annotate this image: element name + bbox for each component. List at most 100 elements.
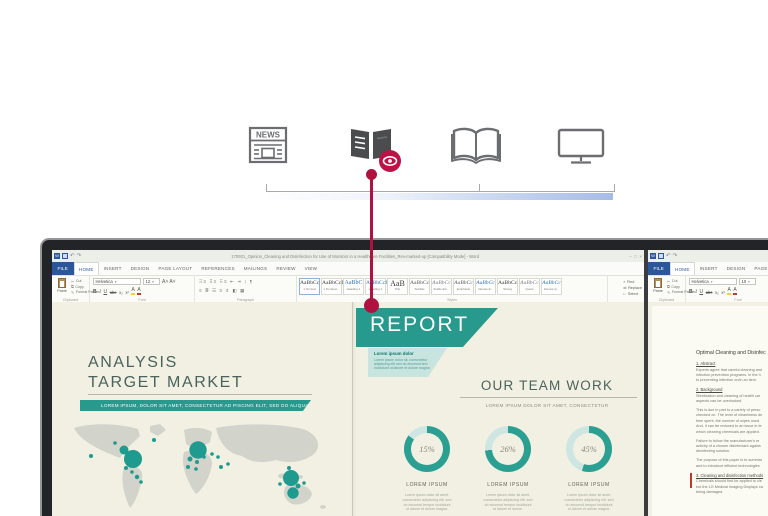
format-x²-button[interactable]: x² [721,290,725,295]
format-B-button[interactable]: B [689,289,693,295]
save-icon[interactable] [658,253,664,259]
tab-page-layout[interactable]: PAGE LAYOUT [154,262,197,275]
tab-page-layout[interactable]: PAGE LAYOUT [750,262,768,275]
paste-button[interactable]: Paste [55,278,69,293]
ribbon-tabs-right: FILEHOMEINSERTDESIGNPAGE LAYOUT [648,262,768,276]
mode-scale-ruler [266,184,615,192]
newspaper-news-icon[interactable]: NEWS [245,125,291,170]
connector-dot-bottom [364,298,379,313]
style-title[interactable]: AaBTitle [387,278,408,295]
close-icon[interactable]: × [639,254,642,259]
font-group: Helvetica▾ 12▾ A˄ A˅ BIUabcx₂x²AA Font [90,276,195,303]
format-abc-button[interactable]: abc [110,290,117,295]
connector-line [370,175,373,307]
save-icon[interactable] [62,253,68,259]
tab-review[interactable]: REVIEW [272,262,300,275]
format-U-button[interactable]: U [103,289,107,295]
donut-chart: 45%LOREM IPSUMLorem ipsum dolor sit amet… [556,426,622,512]
format-x₂-button[interactable]: x₂ [715,290,719,295]
ribbon-tabs-left: FILEHOMEINSERTDESIGNPAGE LAYOUTREFERENCE… [52,262,644,276]
format-U-button[interactable]: U [699,289,703,295]
format-I-button[interactable]: I [99,290,101,295]
tab-view[interactable]: VIEW [300,262,322,275]
document-title: 170921_Opinion_Cleaning and Disinfection… [83,254,627,259]
copy-icon: ⧉ [667,284,670,289]
font-family-select[interactable]: Helvetica▾ [689,278,737,285]
donut-chart: 15%LOREM IPSUMLorem ipsum dolor sit amet… [394,426,460,512]
titlebar[interactable]: W ↶ ↷ 170921_Opinion_Cleaning and Disinf… [52,250,644,262]
paste-clipboard-icon [58,278,66,288]
style-subtle-em-[interactable]: AaBbCcSubtle Em... [431,278,452,295]
format-A-button[interactable]: A [727,287,730,295]
tab-design[interactable]: DESIGN [722,262,750,275]
tab-home[interactable]: HOME [74,262,100,275]
style-emphasis[interactable]: AaBbCcEmphasis [453,278,474,295]
paragraph: Chemicals should first be applied to cle… [696,479,768,495]
window-controls[interactable]: –□× [629,254,642,259]
paste-button[interactable]: Paste [651,278,665,293]
word-window-left: W ↶ ↷ 170921_Opinion_Cleaning and Disinf… [52,250,644,516]
tab-file[interactable]: FILE [648,262,670,275]
format-A-button[interactable]: A [131,287,134,295]
font-size-select[interactable]: 12▾ [143,278,160,285]
tab-home[interactable]: HOME [670,262,696,275]
styles-gallery: AaBbCc1 NormalAaBbCcI1 No Spac...AaBbCHe… [299,278,605,295]
tab-file[interactable]: FILE [52,262,74,275]
style-1-normal[interactable]: AaBbCc1 Normal [299,278,320,295]
map-dot [195,460,199,464]
paragraph: Sterilization and cleaning of health car… [696,394,768,405]
donut-charts: 15%LOREM IPSUMLorem ipsum dolor sit amet… [394,426,622,512]
tab-mailings[interactable]: MAILINGS [239,262,272,275]
undo-icon[interactable]: ↶ [666,253,671,259]
map-dot [186,465,190,469]
map-dot [202,455,206,459]
chevron-down-icon: ▾ [152,280,154,284]
monitor-icon[interactable] [556,127,606,170]
format-x₂-button[interactable]: x₂ [119,290,123,295]
chevron-down-icon: ▾ [115,280,117,284]
redo-icon[interactable]: ↷ [673,253,678,259]
paragraph-icons-row1[interactable]: ⠿≡ ⠿≡ ⠿≡ ⇤ ⇥ ↕ ¶ [199,279,295,285]
style-heading-1[interactable]: AaBbCHeading 1 [343,278,364,295]
tab-design[interactable]: DESIGN [126,262,154,275]
maximize-icon[interactable]: □ [634,254,637,259]
chevron-down-icon: ▾ [748,280,750,284]
style-heading-2[interactable]: AaBbCcIHeading 2 [365,278,386,295]
format-x²-button[interactable]: x² [125,290,129,295]
style-intense-q-[interactable]: AaBbCcIntense Q... [541,278,562,295]
mode-gradient-bar[interactable] [266,193,613,200]
format-I-button[interactable]: I [695,290,697,295]
font-family-select[interactable]: Helvetica▾ [93,278,141,285]
format-abc-button[interactable]: abc [706,290,713,295]
cut-icon: ✂ [71,279,74,284]
style-strong[interactable]: AaBbCcStrong [497,278,518,295]
paragraph-icons-row2[interactable]: ≡ ≣ ☰ ≡ ⇕ ◧ ▦ [199,288,295,294]
titlebar[interactable]: W ↶ ↷ [648,250,768,262]
redo-icon[interactable]: ↷ [77,253,82,259]
document-canvas-left[interactable]: ANALYSIS TARGET MARKET LOREM IPSUM, DOLO… [52,302,644,516]
format-A-button[interactable]: A [137,287,140,295]
undo-icon[interactable]: ↶ [70,253,75,259]
doc-section: 2. BackgroundSterilization and cleaning … [696,387,768,469]
style-1-no-spac-[interactable]: AaBbCcI1 No Spac... [321,278,342,295]
donut-ring: 15% [404,426,450,472]
tab-references[interactable]: REFERENCES [197,262,239,275]
format-B-button[interactable]: B [93,289,97,295]
format-A-button[interactable]: A [733,287,736,295]
reader-book-eye-icon[interactable] [348,125,394,168]
font-size-select[interactable]: 10▾ [739,278,756,285]
map-dot [287,487,298,498]
style-intense-e-[interactable]: AaBbCcIntense E... [475,278,496,295]
paragraph: Failure to follow the manufacturer's rea… [696,439,768,455]
document-canvas-right[interactable]: Optimal Cleaning and Disinfec 1. Abstrac… [648,302,768,516]
open-book-icon[interactable] [450,125,502,170]
tab-insert[interactable]: INSERT [99,262,126,275]
tab-insert[interactable]: INSERT [695,262,722,275]
grow-shrink-font-icons[interactable]: A˄ A˅ [162,279,176,285]
minimize-icon[interactable]: – [629,254,632,259]
find-icon: ⌕ [623,279,625,284]
style-quote[interactable]: AaBbCcQuote [519,278,540,295]
style-subtitle[interactable]: AaBbCcSubtitle [409,278,430,295]
section-heading: 1. Abstract [696,361,768,366]
select-button[interactable]: ▻Select [623,291,642,297]
